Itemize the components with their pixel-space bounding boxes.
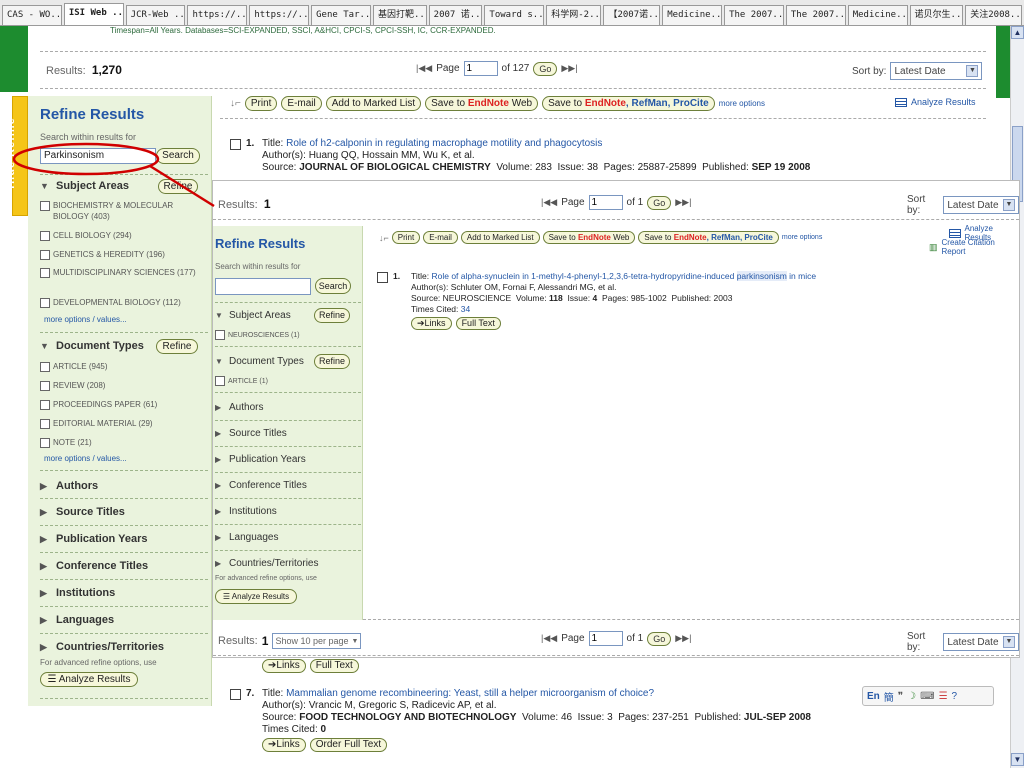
annotation-layer xyxy=(12,142,215,208)
annotation-pointer-line xyxy=(149,164,215,208)
annotation-ellipse xyxy=(12,142,160,176)
